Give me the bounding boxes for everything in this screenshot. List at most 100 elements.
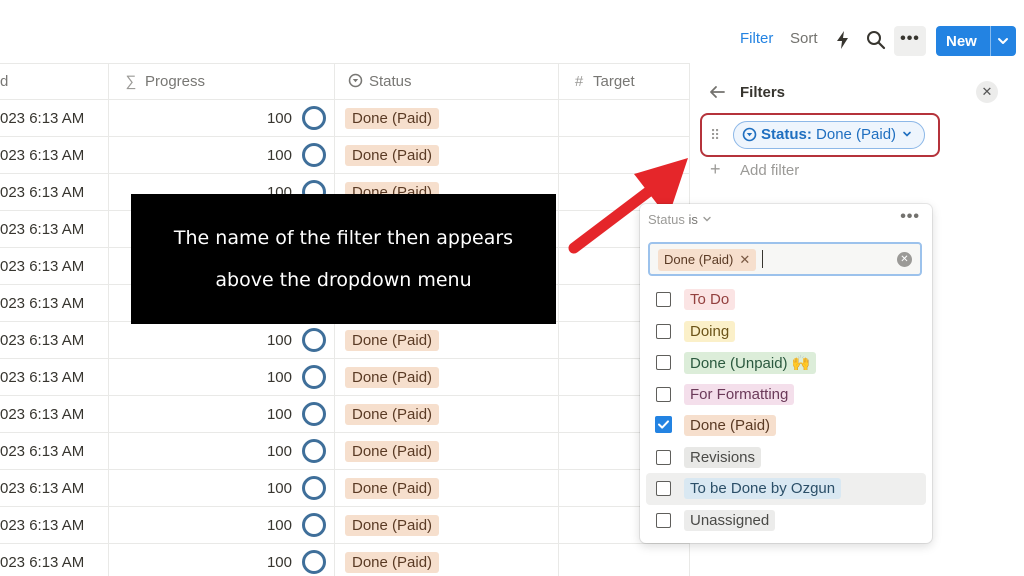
cell-date[interactable]: 023 6:13 AM [0, 544, 108, 576]
table-row[interactable]: 023 6:13 AM 100 Done (Paid) [0, 359, 690, 396]
cell-date[interactable]: 023 6:13 AM [0, 470, 108, 507]
status-pill: Done (Paid) [345, 367, 440, 388]
search-icon[interactable] [866, 30, 886, 50]
cell-target[interactable] [558, 544, 690, 576]
annotation-line-2: above the dropdown menu [215, 269, 472, 291]
dropdown-header[interactable]: Status is [648, 212, 712, 227]
cell-progress[interactable]: 100 [108, 470, 334, 507]
status-option-label: For Formatting [684, 383, 795, 405]
table-row[interactable]: 023 6:13 AM 100 Done (Paid) [0, 100, 690, 137]
status-option[interactable]: To Do [646, 284, 926, 316]
back-arrow-icon[interactable] [708, 83, 726, 101]
cell-progress[interactable]: 100 [108, 433, 334, 470]
progress-ring-icon [302, 106, 326, 130]
selected-value-tag[interactable]: Done (Paid) ✕ [658, 249, 757, 271]
drag-handle-icon[interactable]: ⠿ [710, 127, 720, 144]
cell-progress[interactable]: 100 [108, 544, 334, 576]
status-option[interactable]: Done (Paid) [646, 410, 926, 442]
checkbox-unchecked[interactable] [656, 481, 671, 496]
cell-date[interactable]: 023 6:13 AM [0, 322, 108, 359]
chevron-down-icon[interactable] [996, 34, 1010, 48]
filter-chip-property: Status: [761, 126, 812, 143]
more-options-button[interactable]: ••• [894, 26, 926, 56]
status-option[interactable]: Doing [646, 316, 926, 348]
table-row[interactable]: 023 6:13 AM 100 Done (Paid) [0, 396, 690, 433]
cell-status[interactable]: Done (Paid) [334, 396, 558, 433]
column-header-target[interactable]: # Target [558, 64, 690, 100]
status-pill: Done (Paid) [345, 552, 440, 573]
view-toolbar: Filter Sort ••• New [0, 0, 1024, 64]
cell-progress[interactable]: 100 [108, 137, 334, 174]
cell-status[interactable]: Done (Paid) [334, 322, 558, 359]
checkbox-unchecked[interactable] [656, 512, 671, 528]
new-button[interactable]: New [936, 26, 1016, 56]
cell-progress[interactable]: 100 [108, 322, 334, 359]
automation-bolt-icon[interactable] [834, 30, 852, 50]
cell-progress[interactable]: 100 [108, 359, 334, 396]
cell-date[interactable]: 023 6:13 AM [0, 248, 108, 285]
dropdown-property: Status [648, 212, 685, 227]
status-option[interactable]: To be Done by Ozgun [646, 473, 926, 505]
status-value-dropdown: Status is ••• Done (Paid) ✕ ✕ To Do Doing D… [640, 204, 932, 543]
column-header-status[interactable]: Status [334, 64, 558, 100]
status-option[interactable]: Revisions [646, 442, 926, 474]
cell-date[interactable]: 023 6:13 AM [0, 359, 108, 396]
cell-date[interactable]: 023 6:13 AM [0, 174, 108, 211]
cell-date[interactable]: 023 6:13 AM [0, 211, 108, 248]
cell-date[interactable]: 023 6:13 AM [0, 507, 108, 544]
cell-date[interactable]: 023 6:13 AM [0, 137, 108, 174]
remove-tag-icon[interactable]: ✕ [739, 252, 750, 267]
cell-status[interactable]: Done (Paid) [334, 470, 558, 507]
table-row[interactable]: 023 6:13 AM 100 Done (Paid) [0, 470, 690, 507]
checkbox-unchecked[interactable] [656, 386, 671, 402]
cell-status[interactable]: Done (Paid) [334, 507, 558, 544]
plus-icon: + [710, 159, 721, 179]
progress-value: 100 [266, 554, 292, 571]
cell-progress[interactable]: 100 [108, 396, 334, 433]
progress-ring-icon [302, 365, 326, 389]
table-row[interactable]: 023 6:13 AM 100 Done (Paid) [0, 322, 690, 359]
cell-status[interactable]: Done (Paid) [334, 433, 558, 470]
progress-value: 100 [266, 406, 292, 423]
cell-status[interactable]: Done (Paid) [334, 137, 558, 174]
column-header-date[interactable]: d [0, 64, 108, 100]
cell-status[interactable]: Done (Paid) [334, 359, 558, 396]
cell-date[interactable]: 023 6:13 AM [0, 100, 108, 137]
add-filter-button[interactable]: + Add filter [710, 159, 799, 180]
dropdown-operator: is [688, 212, 698, 227]
cell-date[interactable]: 023 6:13 AM [0, 433, 108, 470]
table-row[interactable]: 023 6:13 AM 100 Done (Paid) [0, 433, 690, 470]
status-filter-chip[interactable]: Status: Done (Paid) [733, 121, 926, 149]
checkbox-unchecked[interactable] [656, 449, 671, 465]
status-icon [742, 127, 757, 142]
column-header-progress[interactable]: ∑ Progress [108, 64, 334, 100]
status-option[interactable]: Done (Unpaid) 🙌 [646, 347, 926, 379]
checkbox-unchecked[interactable] [656, 323, 671, 339]
cell-status[interactable]: Done (Paid) [334, 100, 558, 137]
sort-button[interactable]: Sort [790, 30, 818, 47]
progress-ring-icon [302, 402, 326, 426]
cell-progress[interactable]: 100 [108, 100, 334, 137]
checkbox-checked[interactable] [655, 416, 672, 433]
cell-date[interactable]: 023 6:13 AM [0, 285, 108, 322]
clear-input-icon[interactable]: ✕ [897, 252, 912, 267]
status-option[interactable]: For Formatting [646, 379, 926, 411]
progress-value: 100 [266, 517, 292, 534]
cell-target[interactable] [558, 100, 690, 137]
chevron-down-icon [903, 131, 912, 137]
new-button-divider [990, 26, 991, 56]
cell-progress[interactable]: 100 [108, 507, 334, 544]
close-icon[interactable]: ✕ [976, 81, 998, 103]
cell-status[interactable]: Done (Paid) [334, 544, 558, 576]
checkbox-unchecked[interactable] [656, 355, 671, 370]
table-row[interactable]: 023 6:13 AM 100 Done (Paid) [0, 544, 690, 576]
status-option-list: To Do Doing Done (Unpaid) 🙌 For Formatting D… [646, 284, 926, 536]
status-option[interactable]: Unassigned [646, 505, 926, 537]
filter-button[interactable]: Filter [740, 30, 773, 47]
checkbox-unchecked[interactable] [656, 292, 671, 307]
cell-date[interactable]: 023 6:13 AM [0, 396, 108, 433]
status-search-input[interactable]: Done (Paid) ✕ ✕ [648, 242, 922, 276]
table-row[interactable]: 023 6:13 AM 100 Done (Paid) [0, 507, 690, 544]
dropdown-more-icon[interactable]: ••• [900, 208, 920, 226]
status-pill: Done (Paid) [345, 404, 440, 425]
